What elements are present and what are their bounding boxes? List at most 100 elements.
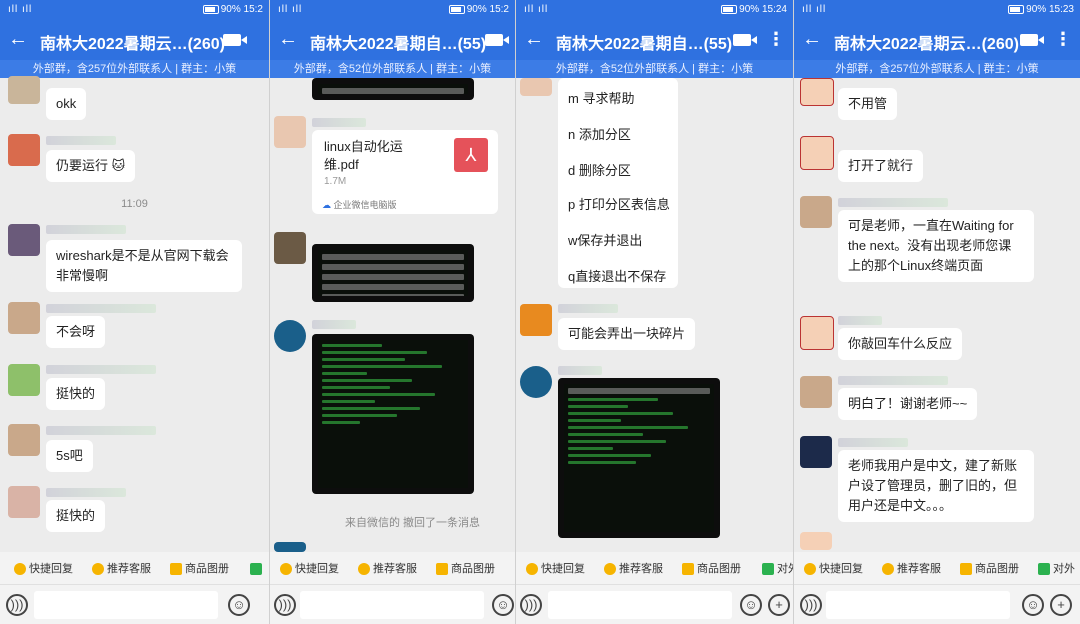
group-info[interactable]: 外部群，含257位外部联系人 | 群主：小策	[0, 60, 269, 78]
plus-icon[interactable]: +	[1050, 594, 1072, 616]
voice-icon[interactable]: )))	[6, 594, 28, 616]
avatar[interactable]	[800, 316, 834, 350]
quick-reply-chip[interactable]: 快捷回复	[804, 559, 863, 579]
video-call-icon[interactable]	[485, 34, 509, 46]
message-bubble[interactable]: 挺快的	[46, 500, 106, 532]
recommend-chip[interactable]: 推荐客服	[92, 559, 151, 579]
avatar[interactable]	[800, 436, 832, 468]
avatar[interactable]	[520, 366, 552, 398]
avatar[interactable]	[520, 304, 552, 336]
back-arrow-icon[interactable]: ←	[802, 27, 822, 51]
recommend-chip[interactable]: 推荐客服	[882, 559, 941, 579]
message-bubble[interactable]: 仍要运行 🐱	[46, 150, 136, 182]
external-chip[interactable]: 对外	[762, 559, 793, 579]
chat-title: 南林大2022暑期自…(55)	[310, 36, 487, 53]
message-bubble[interactable]: 不会呀	[46, 316, 106, 348]
quick-reply-chip[interactable]: 快捷回复	[14, 559, 73, 579]
video-call-icon[interactable]	[223, 34, 247, 46]
message-bubble[interactable]: 老师我用户是中文，建了新账户设了管理员，删了旧的，但用户还是中文。。。	[838, 450, 1034, 522]
recommend-chip[interactable]: 推荐客服	[358, 559, 417, 579]
avatar[interactable]	[800, 136, 834, 170]
more-icon[interactable]: ⋮	[767, 28, 785, 50]
battery-icon	[721, 4, 738, 14]
message-bubble[interactable]: 明白了！谢谢老师~~	[838, 388, 978, 420]
screenshot-image[interactable]	[558, 378, 720, 538]
back-arrow-icon[interactable]: ←	[8, 27, 28, 51]
battery-level: 90%	[466, 4, 487, 15]
avatar[interactable]	[800, 196, 832, 228]
message-bubble[interactable]: 可能会弄出一块碎片	[558, 318, 696, 350]
avatar[interactable]	[800, 376, 832, 408]
message-bubble[interactable]: okk	[46, 88, 87, 120]
recommend-chip[interactable]: 推荐客服	[604, 559, 663, 579]
group-info[interactable]: 外部群，含52位外部联系人 | 群主：小策	[270, 60, 515, 78]
avatar[interactable]	[800, 78, 834, 106]
quick-reply-chip[interactable]: 快捷回复	[280, 559, 339, 579]
back-arrow-icon[interactable]: ←	[278, 27, 298, 51]
emoji-icon[interactable]: ☺	[1022, 594, 1044, 616]
quick-reply-chip[interactable]: 快捷回复	[526, 559, 585, 579]
screenshot-image[interactable]	[312, 244, 474, 302]
message-bubble[interactable]: m 寻求帮助 n 添加分区 d 删除分区 p 打印分区表信息 w保存并退出 q直…	[558, 78, 678, 288]
back-arrow-icon[interactable]: ←	[524, 27, 544, 51]
avatar[interactable]	[274, 116, 306, 148]
sender-name	[838, 198, 948, 207]
avatar[interactable]	[520, 78, 552, 96]
file-card[interactable]: linux自动化运维.pdf 1.7M ⅄ ☁ 企业微信电脑版	[312, 130, 498, 214]
quick-reply-icon	[14, 563, 26, 576]
avatar[interactable]	[8, 134, 40, 166]
clock: 15:2	[243, 4, 263, 15]
message-bubble[interactable]: 打开了就行	[838, 150, 924, 182]
message-bubble[interactable]: 可是老师，一直在Waiting for the next。没有出现老师您课上的那…	[838, 210, 1034, 282]
screenshot-image[interactable]	[312, 78, 474, 100]
video-call-icon[interactable]	[733, 34, 757, 46]
clock: 15:23	[1048, 4, 1074, 15]
voice-icon[interactable]: )))	[520, 594, 542, 616]
input-bar: ))) ☺ +	[516, 584, 793, 624]
catalog-chip[interactable]: 商品图册	[682, 559, 741, 579]
signal-icon: ıll ıll	[8, 4, 33, 15]
avatar[interactable]	[8, 424, 40, 456]
chat-title: 南林大2022暑期自…(55)	[556, 36, 733, 53]
avatar[interactable]	[8, 302, 40, 334]
group-info[interactable]: 外部群，含257位外部联系人 | 群主：小策	[794, 60, 1080, 78]
catalog-chip[interactable]: 商品图册	[960, 559, 1019, 579]
avatar[interactable]	[274, 542, 306, 552]
signal-icon: ıll ıll	[278, 4, 303, 15]
more-icon[interactable]: ⋮	[1054, 28, 1072, 50]
voice-icon[interactable]: )))	[800, 594, 822, 616]
emoji-icon[interactable]: ☺	[740, 594, 762, 616]
external-icon	[1038, 563, 1050, 576]
message-bubble[interactable]: 不用管	[838, 88, 898, 120]
avatar[interactable]	[274, 232, 306, 264]
avatar[interactable]	[8, 224, 40, 256]
quick-action-bar: 快捷回复 推荐客服 商品图册 对外	[516, 552, 793, 584]
message-input[interactable]	[826, 591, 1010, 619]
avatar[interactable]	[8, 364, 40, 396]
message-bubble[interactable]: 你敲回车什么反应	[838, 328, 963, 360]
message-input[interactable]	[300, 591, 484, 619]
avatar[interactable]	[274, 320, 306, 352]
catalog-chip[interactable]: 商品图册	[170, 559, 229, 579]
avatar[interactable]	[8, 76, 40, 104]
screenshot-image[interactable]	[312, 334, 474, 494]
battery-level: 90%	[1026, 4, 1047, 15]
external-chip[interactable]: 对外	[1038, 559, 1075, 579]
voice-icon[interactable]: )))	[274, 594, 296, 616]
message-input[interactable]	[548, 591, 732, 619]
message-bubble[interactable]: 5s吧	[46, 440, 93, 472]
avatar[interactable]	[8, 486, 40, 518]
external-chip[interactable]	[250, 559, 265, 579]
message-input[interactable]	[34, 591, 218, 619]
external-icon	[762, 563, 774, 576]
group-info[interactable]: 外部群，含52位外部联系人 | 群主：小策	[516, 60, 793, 78]
video-call-icon[interactable]	[1020, 34, 1044, 46]
message-bubble[interactable]: 挺快的	[46, 378, 106, 410]
catalog-chip[interactable]: 商品图册	[436, 559, 495, 579]
avatar[interactable]	[800, 532, 832, 550]
sender-name	[46, 488, 126, 497]
plus-icon[interactable]: +	[768, 594, 790, 616]
status-bar: ıll ıll 90% 15:2	[270, 0, 515, 20]
emoji-icon[interactable]: ☺	[228, 594, 250, 616]
message-bubble[interactable]: wireshark是不是从官网下载会非常慢啊	[46, 240, 242, 292]
